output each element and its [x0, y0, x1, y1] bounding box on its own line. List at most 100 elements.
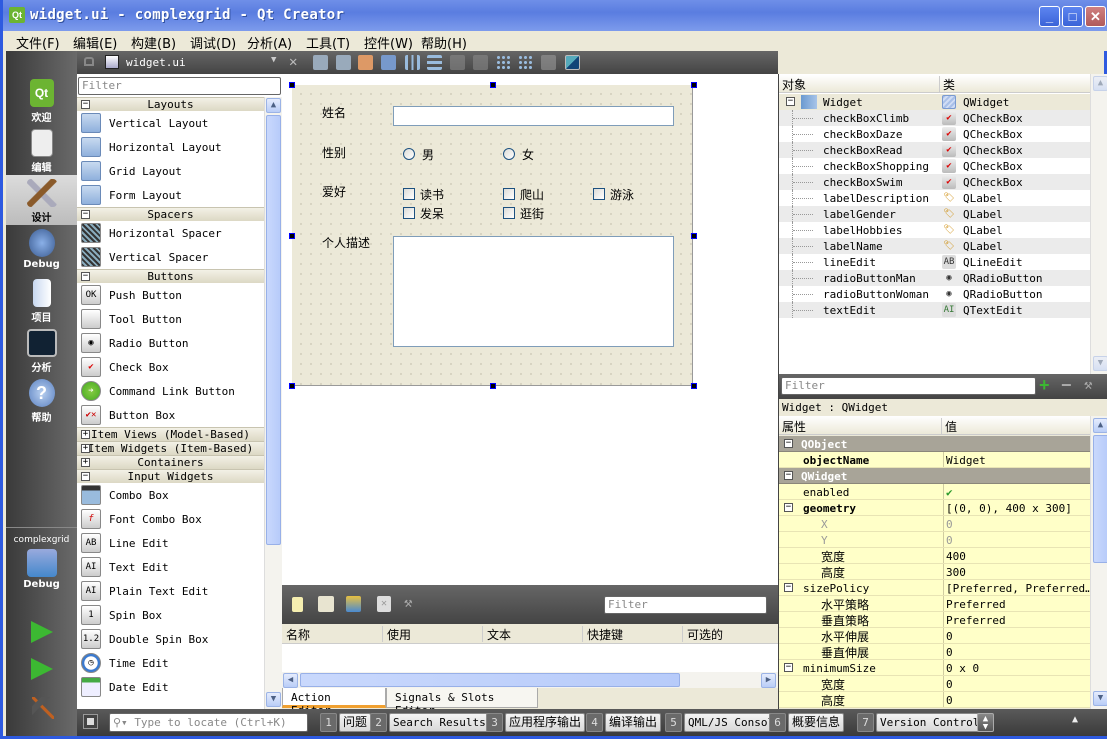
property-value[interactable]: Widget: [943, 452, 1090, 467]
property-row[interactable]: X0: [779, 516, 1090, 532]
expand-output-icon[interactable]: ▲: [1072, 714, 1078, 725]
mode-welcome[interactable]: Qt 欢迎: [6, 75, 77, 125]
tree-row[interactable]: labelName 🏷 QLabel: [779, 238, 1090, 254]
label-name[interactable]: 姓名: [322, 104, 346, 121]
configure-wrench-icon[interactable]: ⚒: [404, 595, 422, 613]
col-used[interactable]: 使用: [382, 626, 411, 642]
remove-property-icon[interactable]: −: [1061, 375, 1072, 396]
tree-row[interactable]: labelGender 🏷 QLabel: [779, 206, 1090, 222]
edit-signals-slots-icon[interactable]: [336, 55, 351, 70]
widget-item[interactable]: Tool Button: [81, 307, 264, 331]
mode-projects[interactable]: 项目: [6, 275, 77, 325]
property-value[interactable]: 300: [943, 564, 1090, 579]
resize-handle[interactable]: [289, 233, 295, 239]
scroll-down-button[interactable]: ▼: [1093, 356, 1107, 371]
widget-filter-input[interactable]: Filter: [78, 77, 281, 95]
splitter-horizontal-icon[interactable]: [450, 55, 465, 70]
label-gender[interactable]: 性别: [322, 144, 346, 161]
collapse-icon[interactable]: −: [81, 100, 90, 109]
scroll-down-button[interactable]: ▼: [1093, 691, 1107, 706]
widget-item[interactable]: ◷ Time Edit: [81, 651, 264, 675]
property-row[interactable]: 垂直策略 Preferred: [779, 612, 1090, 628]
col-checkable[interactable]: 可选的: [682, 626, 723, 642]
property-value[interactable]: 0: [943, 692, 1090, 707]
property-filter-input[interactable]: Filter: [781, 377, 1036, 395]
widget-item[interactable]: OK Push Button: [81, 283, 264, 307]
widget-item[interactable]: ✔✕ Button Box: [81, 403, 264, 427]
build-hammer-icon[interactable]: [32, 697, 54, 719]
mode-edit[interactable]: 编辑: [6, 125, 77, 175]
widget-item[interactable]: ◉ Radio Button: [81, 331, 264, 355]
add-property-icon[interactable]: +: [1039, 375, 1050, 396]
break-layout-icon[interactable]: [541, 55, 556, 70]
scroll-left-button[interactable]: ◀: [283, 673, 298, 688]
maximize-button[interactable]: □: [1062, 6, 1083, 27]
tree-row[interactable]: checkBoxDaze ✔ QCheckBox: [779, 126, 1090, 142]
copy-action-icon[interactable]: [318, 596, 334, 612]
resize-handle[interactable]: [490, 82, 496, 88]
run-button[interactable]: [31, 621, 53, 643]
collapse-icon[interactable]: −: [81, 272, 90, 281]
category-item-widgets-item-based[interactable]: + Item Widgets (Item-Based): [77, 441, 264, 455]
tree-row[interactable]: checkBoxSwim ✔ QCheckBox: [779, 174, 1090, 190]
tree-row-root[interactable]: − Widget QWidget: [779, 94, 1090, 110]
file-dropdown-icon[interactable]: ▼: [271, 55, 276, 65]
checkbox-shopping[interactable]: [503, 207, 515, 219]
checkbox-swim[interactable]: [593, 188, 605, 200]
close-editor-icon[interactable]: ✕: [289, 54, 297, 70]
property-value[interactable]: 0: [943, 676, 1090, 691]
resize-handle[interactable]: [691, 383, 697, 389]
debug-run-button[interactable]: [31, 658, 53, 680]
form-layout-icon[interactable]: [496, 55, 511, 70]
mode-analyze[interactable]: 分析: [6, 325, 77, 375]
property-value[interactable]: 0: [943, 644, 1090, 659]
more-panes-button[interactable]: ▲ ▼: [977, 713, 994, 732]
tree-row[interactable]: radioButtonMan ◉ QRadioButton: [779, 270, 1090, 286]
col-shortcut[interactable]: 快捷键: [582, 626, 623, 642]
widget-item[interactable]: 1.2 Double Spin Box: [81, 627, 264, 651]
col-class[interactable]: 类: [939, 76, 955, 93]
property-row[interactable]: 高度 0: [779, 692, 1090, 708]
expand-icon[interactable]: +: [81, 458, 90, 467]
checkbox-climb[interactable]: [503, 188, 515, 200]
tree-row[interactable]: textEdit AI QTextEdit: [779, 302, 1090, 318]
resize-handle[interactable]: [289, 383, 295, 389]
mode-help[interactable]: ? 帮助: [6, 375, 77, 425]
edit-buddies-icon[interactable]: [358, 55, 373, 70]
paste-action-icon[interactable]: [346, 596, 361, 612]
property-scrollbar[interactable]: ▲ ▼: [1090, 416, 1107, 709]
property-row[interactable]: 水平策略 Preferred: [779, 596, 1090, 612]
grid-layout-icon[interactable]: [518, 55, 533, 70]
collapse-icon[interactable]: −: [81, 472, 90, 481]
property-group[interactable]: − QWidget: [779, 468, 1090, 484]
tree-row[interactable]: labelHobbies 🏷 QLabel: [779, 222, 1090, 238]
widget-item[interactable]: Date Edit: [81, 675, 264, 699]
scroll-up-button[interactable]: ▲: [266, 98, 281, 113]
category-input-widgets[interactable]: − Input Widgets: [77, 469, 264, 483]
collapse-icon[interactable]: −: [784, 503, 793, 512]
scroll-down-button[interactable]: ▼: [266, 692, 281, 707]
property-row[interactable]: 水平伸展 0: [779, 628, 1090, 644]
property-row[interactable]: − minimumSize 0 x 0: [779, 660, 1090, 676]
property-group[interactable]: − QObject: [779, 436, 1090, 452]
resize-handle[interactable]: [289, 82, 295, 88]
widget-item[interactable]: AB Line Edit: [81, 531, 264, 555]
resize-handle[interactable]: [691, 82, 697, 88]
edit-widgets-icon[interactable]: [313, 55, 328, 70]
widget-item[interactable]: Vertical Layout: [81, 111, 264, 135]
radio-woman[interactable]: [503, 148, 515, 160]
property-value[interactable]: 0: [943, 628, 1090, 643]
collapse-icon[interactable]: −: [784, 583, 793, 592]
property-row[interactable]: − geometry [(0, 0), 400 x 300]: [779, 500, 1090, 516]
mode-design[interactable]: 设计: [6, 175, 77, 225]
edit-tab-order-icon[interactable]: [381, 55, 396, 70]
menu-build[interactable]: 构建(B): [131, 33, 176, 52]
property-value[interactable]: 0: [943, 516, 1090, 531]
open-file-name[interactable]: widget.ui: [126, 56, 186, 69]
locator-input[interactable]: ⚲▾ Type to locate (Ctrl+K): [109, 713, 308, 732]
scroll-up-button[interactable]: ▲: [1093, 76, 1107, 91]
property-value[interactable]: 0 x 0: [943, 660, 1090, 675]
action-table-hscrollbar[interactable]: ◀ ▶: [282, 672, 778, 688]
tree-row[interactable]: radioButtonWoman ◉ QRadioButton: [779, 286, 1090, 302]
tree-row[interactable]: checkBoxRead ✔ QCheckBox: [779, 142, 1090, 158]
